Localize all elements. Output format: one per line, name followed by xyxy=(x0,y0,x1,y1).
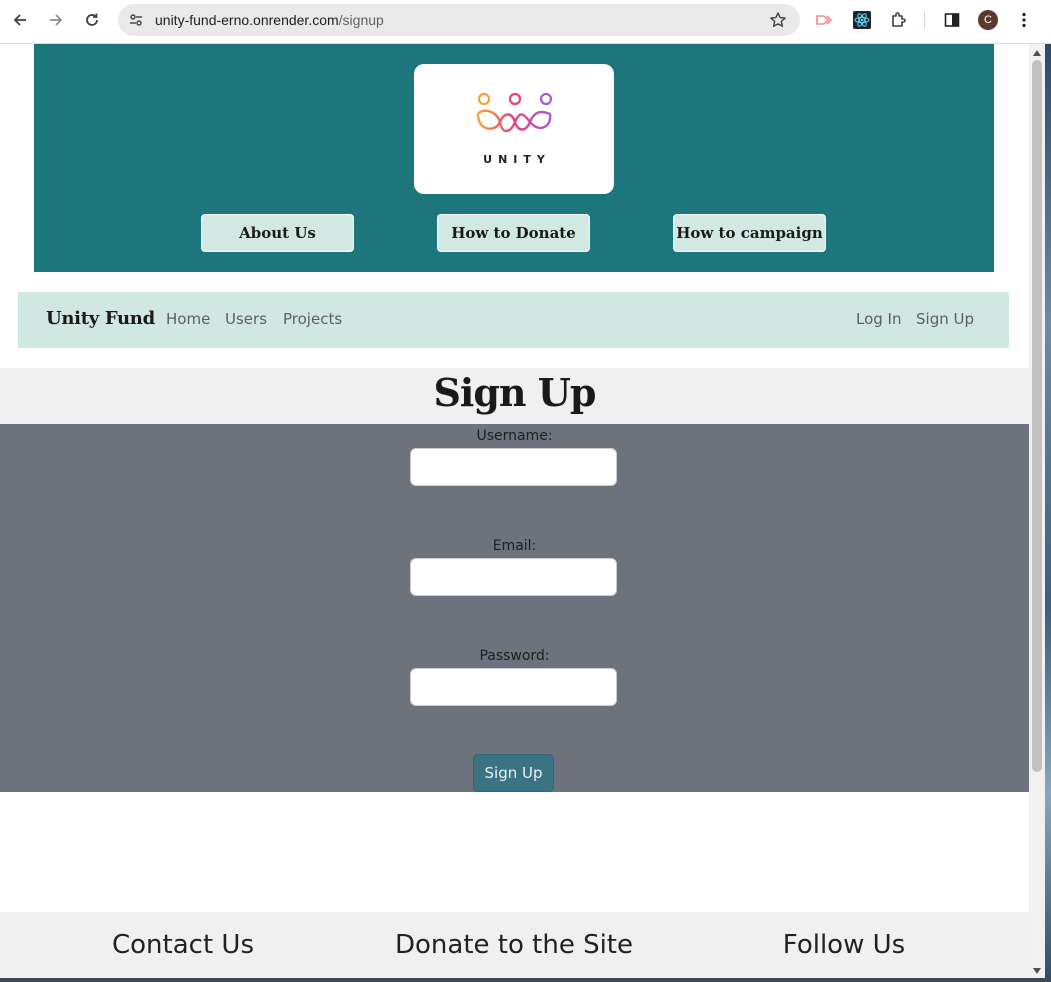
scrollbar-thumb[interactable] xyxy=(1032,60,1042,772)
email-input[interactable] xyxy=(410,558,617,596)
address-bar[interactable]: unity-fund-erno.onrender.com/signup xyxy=(118,4,800,36)
site-settings-icon[interactable] xyxy=(126,10,146,30)
about-us-button[interactable]: About Us xyxy=(201,214,354,252)
url-text: unity-fund-erno.onrender.com/signup xyxy=(155,12,384,28)
toolbar-divider xyxy=(924,12,925,28)
how-to-donate-button[interactable]: How to Donate xyxy=(437,214,590,252)
browser-toolbar: unity-fund-erno.onrender.com/signup C xyxy=(0,0,1051,44)
site-footer: Contact Us Donate to the Site Follow Us xyxy=(0,912,1029,978)
username-label: Username: xyxy=(476,428,553,444)
media-extension-icon[interactable] xyxy=(815,10,835,30)
email-label: Email: xyxy=(492,538,537,554)
navbar-brand[interactable]: Unity Fund xyxy=(46,308,155,329)
desktop-background-strip xyxy=(1045,44,1051,982)
back-arrow-icon[interactable] xyxy=(8,8,32,32)
extensions-puzzle-icon[interactable] xyxy=(889,10,909,30)
nav-link-home[interactable]: Home xyxy=(166,310,210,328)
page-title: Sign Up xyxy=(433,370,596,415)
window-bottom-edge xyxy=(0,978,1051,982)
hero-banner: UNITY About Us How to Donate How to camp… xyxy=(34,44,994,272)
username-input[interactable] xyxy=(410,448,617,486)
nav-link-sign-up[interactable]: Sign Up xyxy=(916,310,974,328)
url-host: unity-fund-erno.onrender.com xyxy=(155,12,339,28)
footer-donate-heading: Donate to the Site xyxy=(394,930,633,960)
nav-link-users[interactable]: Users xyxy=(225,310,267,328)
unity-logo[interactable]: UNITY xyxy=(414,64,614,194)
page-title-bar: Sign Up xyxy=(0,368,1029,424)
password-label: Password: xyxy=(479,648,550,664)
web-page: UNITY About Us How to Donate How to camp… xyxy=(0,44,1029,978)
password-input[interactable] xyxy=(410,668,617,706)
bookmark-star-icon[interactable] xyxy=(768,10,788,30)
signup-form: Username: Email: Password: Sign Up xyxy=(0,424,1029,792)
nav-link-log-in[interactable]: Log In xyxy=(856,310,902,328)
scroll-up-arrow-icon[interactable] xyxy=(1029,48,1045,58)
unity-logo-text: UNITY xyxy=(483,153,551,166)
reload-icon[interactable] xyxy=(80,8,104,32)
profile-avatar[interactable]: C xyxy=(978,10,998,30)
scroll-down-arrow-icon[interactable] xyxy=(1029,966,1045,976)
more-menu-icon[interactable] xyxy=(1014,10,1034,30)
sign-up-submit-button[interactable]: Sign Up xyxy=(473,754,554,792)
site-navbar: Unity Fund Home Users Projects Log In Si… xyxy=(18,292,1009,348)
nav-link-projects[interactable]: Projects xyxy=(283,310,342,328)
react-devtools-icon[interactable] xyxy=(852,10,872,30)
forward-arrow-icon[interactable] xyxy=(44,8,68,32)
side-panel-icon[interactable] xyxy=(942,10,962,30)
page-scrollbar[interactable] xyxy=(1029,44,1045,978)
footer-contact-us-heading: Contact Us xyxy=(112,930,254,960)
unity-logo-mark-icon xyxy=(476,92,553,133)
url-path: /signup xyxy=(338,12,384,28)
how-to-campaign-button[interactable]: How to campaign xyxy=(673,214,826,252)
footer-follow-us-heading: Follow Us xyxy=(782,930,906,960)
